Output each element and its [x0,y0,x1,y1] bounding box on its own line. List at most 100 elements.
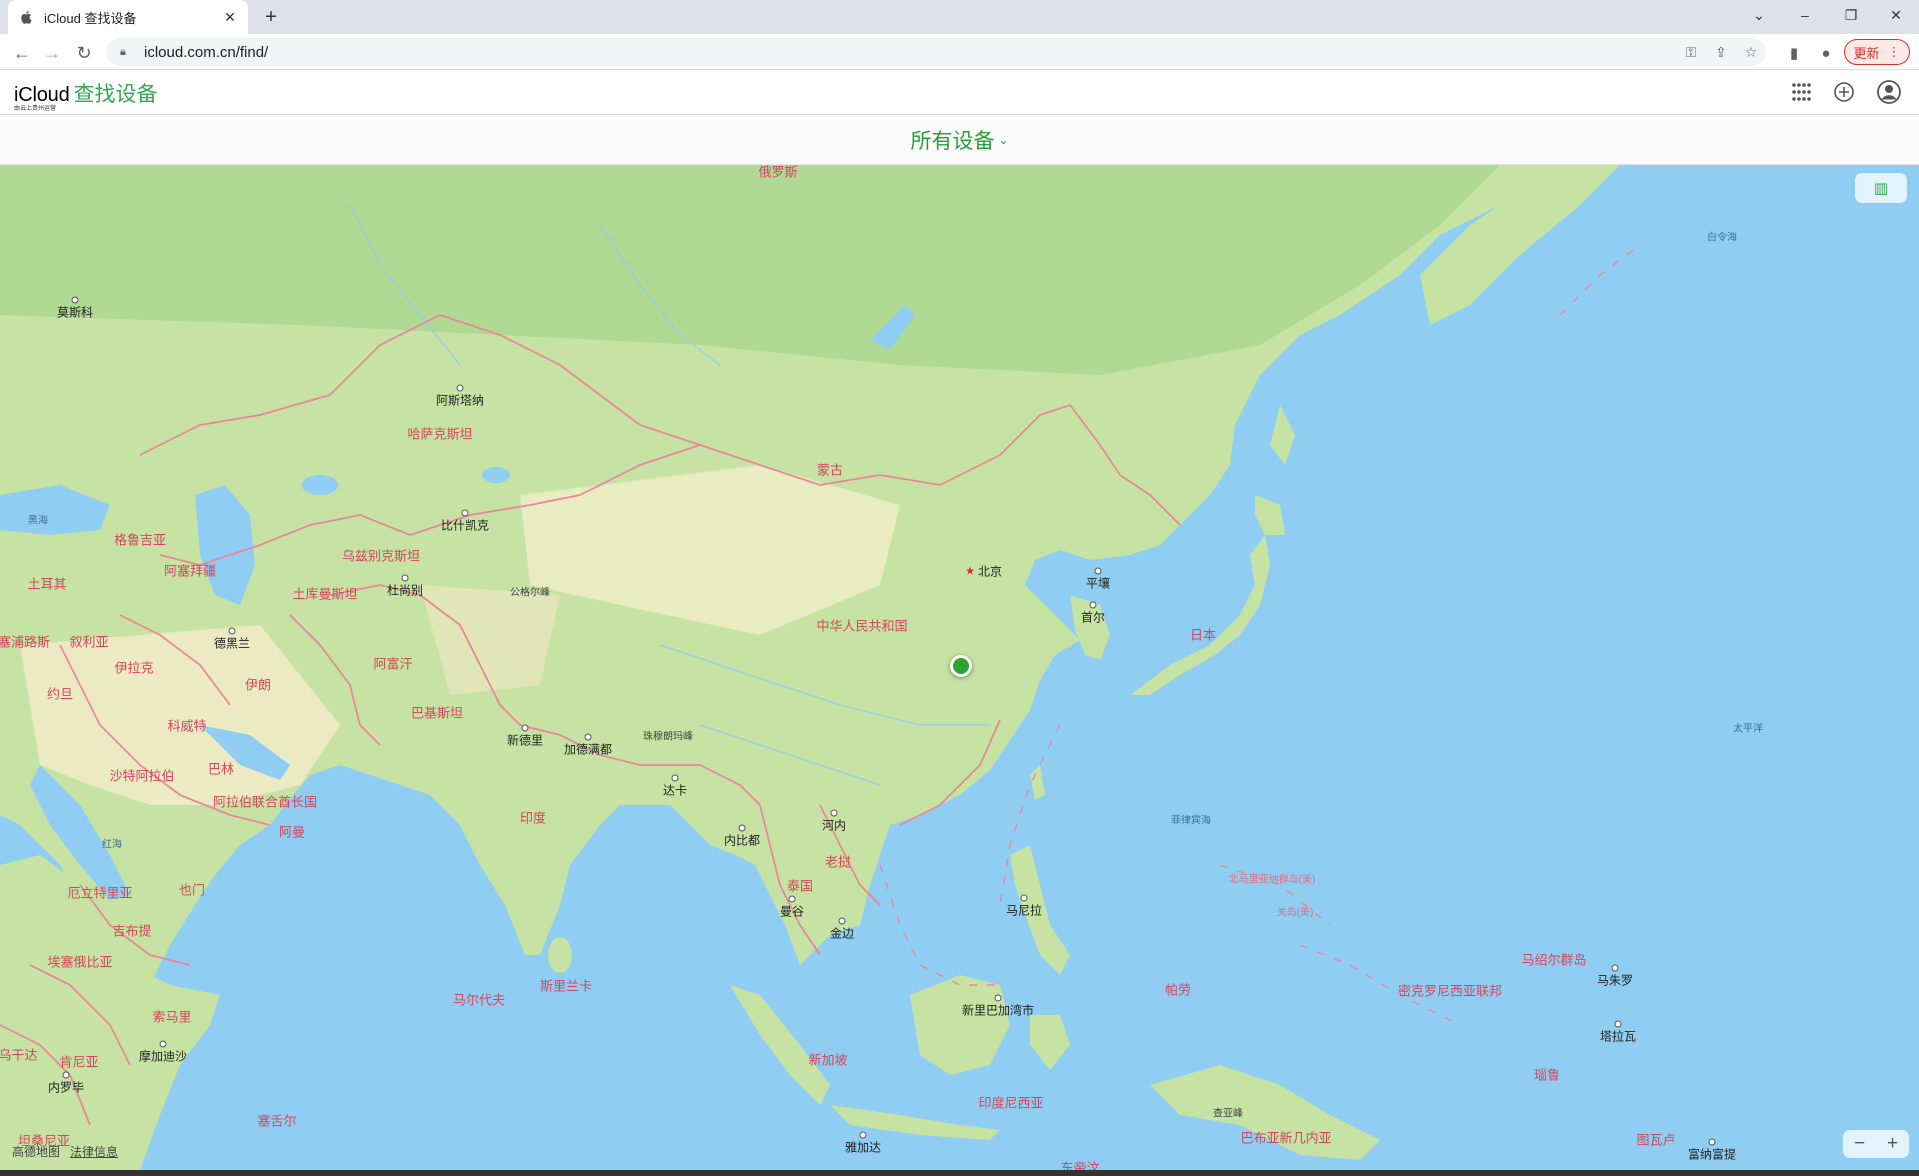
window-close-icon[interactable]: ✕ [1873,0,1919,30]
apple-icon [18,9,34,25]
map-label-city: 加德满都 [563,742,613,757]
map-label-country: 肯尼亚 [59,1054,99,1070]
browser-toolbar: ← → ↻ 🔒︎ icloud.com.cn/find/ ⚿ ⇪ ☆ ▮ ● 更… [0,34,1919,70]
city-marker-icon [788,895,796,903]
city-marker-icon [1020,894,1028,902]
map-label-country: 日本 [1189,627,1217,643]
map-label-city: 杜尚别 [386,583,424,598]
bookmark-star-icon[interactable]: ☆ [1736,44,1766,61]
capital-star-icon: ★ [965,565,975,578]
profile-icon[interactable]: ● [1812,39,1840,67]
map-label-city: 莫斯科 [56,305,94,320]
add-icon[interactable] [1830,78,1858,106]
map-label-country: 伊拉克 [114,660,154,676]
share-icon[interactable]: ⇪ [1706,44,1736,61]
city-marker-icon [830,809,838,817]
new-tab-button[interactable]: + [258,4,284,30]
map-label-country: 科威特 [167,718,207,734]
update-button[interactable]: 更新 ⋮ [1844,39,1910,65]
map-label-city: 塔拉瓦 [1599,1029,1637,1044]
map-label-country: 乌兹别克斯坦 [341,548,421,564]
tab-title: iCloud 查找设备 [44,10,137,26]
brand-logo[interactable]: iCloud 查找设备 由云上贵州运营 [14,78,158,112]
map-label-country: 帕劳 [1164,982,1192,998]
map-label-country: 埃塞俄比亚 [47,954,113,970]
map-label-water: 白令海 [1707,232,1737,244]
tab-search-icon[interactable]: ⌄ [1736,0,1782,30]
reload-icon[interactable]: ↻ [70,39,98,67]
map-label-country: 阿拉伯联合酋长国 [212,794,318,810]
city-marker-icon [1611,964,1619,972]
back-icon[interactable]: ← [8,39,36,67]
zoom-controls: − + [1843,1130,1909,1158]
map-label-country: 老挝 [824,854,852,870]
map-label-country: 约旦 [46,686,74,702]
restore-icon[interactable]: ❐ [1828,0,1874,30]
map-label-country: 新加坡 [808,1052,848,1068]
map-label-water: 菲律宾海 [1171,815,1211,827]
key-icon[interactable]: ⚿ [1676,44,1706,61]
city-marker-icon [1614,1020,1622,1028]
app-launcher-icon[interactable] [1787,78,1815,106]
map-label-country: 印度 [519,810,547,826]
map-label-city: 平壤 [1085,576,1111,591]
zoom-out-button[interactable]: − [1854,1133,1865,1155]
update-label: 更新 [1853,45,1880,61]
map-label-country: 格鲁吉亚 [113,532,167,548]
operator-text: 由云上贵州运营 [14,106,57,112]
map-label-country: 厄立特里亚 [67,885,133,901]
map-label-country: 吉布提 [112,923,152,939]
map-label-country: 伊朗 [244,677,272,693]
city-marker-icon [401,574,409,582]
address-bar[interactable]: 🔒︎ icloud.com.cn/find/ ⚿ ⇪ ☆ [106,38,1766,66]
city-marker-icon [456,384,464,392]
map-label-city: 比什凯克 [440,518,490,533]
side-panel-icon[interactable]: ▮ [1780,39,1808,67]
browser-tab[interactable]: iCloud 查找设备 ✕ [8,0,248,34]
map-label-territory: 北马里亚纳群岛(美) [1228,874,1316,886]
map-label-country: 也门 [178,882,206,898]
city-marker-icon [62,1071,70,1079]
map-label-water: 太平洋 [1733,723,1763,735]
map-label-peak: 查亚峰 [1213,1108,1243,1120]
map-label-peak: 公格尔峰 [510,587,550,599]
tab-close-icon[interactable]: ✕ [222,9,238,25]
map-label-city: 摩加迪沙 [138,1049,188,1064]
url-text: icloud.com.cn/find/ [144,43,269,61]
map-label-country: 图瓦卢 [1636,1132,1676,1148]
map-attribution: 高德地图 法律信息 [12,1143,118,1160]
account-icon[interactable] [1875,78,1903,106]
map-label-country: 中华人民共和国 [816,618,908,634]
devices-bar: 所有设备 ⌄ [0,115,1919,165]
map-label-city: 北京 [977,564,1003,579]
minimize-icon[interactable]: – [1782,0,1828,30]
map-label-city: 雅加达 [844,1140,882,1155]
forward-icon[interactable]: → [38,39,66,67]
map-label-country: 密克罗尼西亚联邦 [1397,983,1503,999]
device-location-marker[interactable] [950,655,972,677]
all-devices-dropdown[interactable]: 所有设备 ⌄ [910,125,1008,155]
city-marker-icon [838,917,846,925]
map-label-country: 东帝汶 [1060,1160,1100,1171]
map-provider: 高德地图 [12,1145,61,1159]
map-label-country: 马绍尔群岛 [1521,952,1587,968]
city-marker-icon [994,994,1002,1002]
map-type-button[interactable]: ▥ [1855,173,1907,203]
map-label-water: 黑海 [28,515,48,527]
map-label-country: 阿塞拜疆 [163,563,217,579]
legal-link[interactable]: 法律信息 [70,1143,118,1160]
map-label-city: 内罗毕 [47,1080,85,1095]
map-label-country: 泰国 [786,878,814,894]
map-label-country: 印度尼西亚 [978,1095,1044,1111]
city-marker-icon [671,774,679,782]
map-label-city: 马朱罗 [1596,973,1634,988]
map-label-country: 塞浦路斯 [0,634,51,650]
map-view[interactable]: 俄罗斯 莫斯科 阿斯塔纳 哈萨克斯坦 蒙古 黑海 格鲁吉亚 阿塞拜疆 土耳其 比什凯克 乌兹别克斯坦… [0,165,1919,1170]
map-label-country: 土耳其 [27,576,67,592]
map-label-city: 马尼拉 [1005,903,1043,918]
map-label-country: 索马里 [152,1009,192,1025]
map-label-peak: 珠穆朗玛峰 [643,731,693,743]
map-label-country: 叙利亚 [69,634,109,650]
taskbar-edge [0,1170,1919,1176]
zoom-in-button[interactable]: + [1887,1133,1898,1155]
